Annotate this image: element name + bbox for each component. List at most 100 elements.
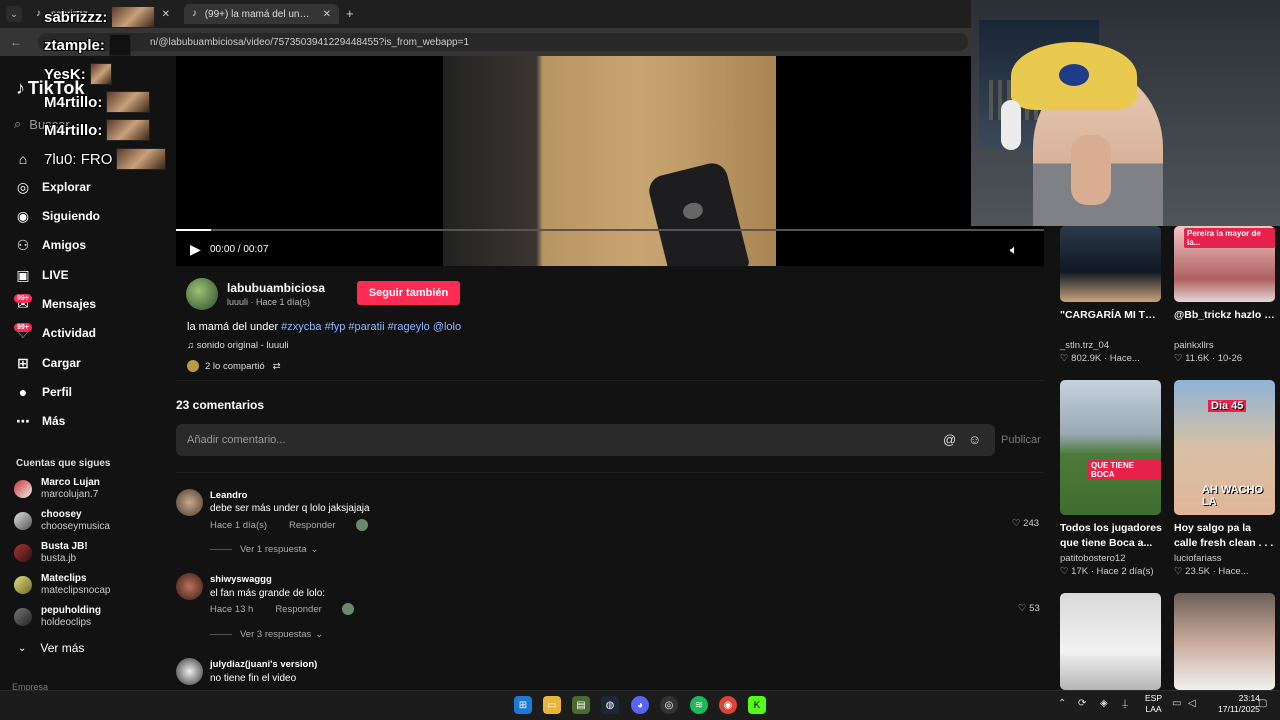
volume-icon[interactable]: ◁ — [1188, 698, 1196, 709]
sidebar-item-live[interactable]: ▣ LIVE — [14, 266, 68, 284]
url-text[interactable]: n/@labubuambiciosa/video/757350394122944… — [150, 37, 469, 48]
sidebar-item-siguiendo[interactable]: ◉ Siguiendo — [14, 207, 100, 225]
avatar[interactable] — [176, 489, 203, 516]
reply-button[interactable]: Responder — [289, 520, 335, 531]
comment-text: no tiene fin el video — [210, 673, 297, 684]
followed-account[interactable]: Busta JB! busta.jb — [14, 541, 88, 565]
video-author[interactable]: patitobostero12 — [1060, 553, 1126, 564]
shared-indicator[interactable]: 2 lo compartió ⇄ — [187, 360, 281, 372]
followed-account[interactable]: pepuholding holdeoclips — [14, 605, 101, 629]
sidebar-item-mas[interactable]: ⋯ Más — [14, 412, 65, 430]
sync-icon[interactable]: ⟳ — [1078, 698, 1086, 709]
profile-icon: ● — [18, 384, 28, 400]
network-icon[interactable]: ▭ — [1172, 698, 1181, 709]
back-arrow-icon[interactable]: ← — [10, 35, 22, 49]
comment-likes[interactable]: ♡ 53 — [1018, 603, 1040, 614]
video-title[interactable]: "CARGARÍA MI TERCER TELÉFONO... — [1060, 308, 1161, 323]
see-more-label: Ver más — [40, 641, 85, 655]
author-name[interactable]: labubuambiciosa — [227, 281, 325, 295]
account-handle: busta.jb — [41, 553, 77, 564]
notification-icon[interactable]: ▢ — [1258, 698, 1267, 709]
chat-emote — [106, 119, 151, 141]
publish-button[interactable]: Publicar — [1001, 434, 1041, 446]
mention-icon[interactable]: @ — [943, 432, 956, 447]
followed-account[interactable]: choosey chooseymusica — [14, 509, 110, 533]
video-title[interactable]: Todos los jugadores que tiene Boca a... — [1060, 521, 1165, 551]
see-more-button[interactable]: ⌄ Ver más — [18, 641, 84, 655]
nav-label: Actividad — [42, 326, 97, 340]
like-count: 243 — [1023, 518, 1040, 529]
chevron-down-icon: ⌄ — [310, 544, 319, 555]
reaction-icon[interactable] — [341, 603, 354, 615]
followed-account[interactable]: Marco Lujan marcolujan.7 — [14, 477, 100, 501]
file-explorer-icon[interactable]: ▭ — [543, 696, 561, 714]
windows-start-icon[interactable]: ⊞ — [514, 696, 532, 714]
comment-likes[interactable]: ♡ 243 — [1012, 518, 1039, 529]
hashtags[interactable]: #zxycba #fyp #paratii #rageylo @lolo — [281, 321, 461, 333]
sidebar-item-amigos[interactable]: ⚇ Amigos — [14, 236, 86, 254]
language-indicator[interactable]: ESP LAA — [1145, 693, 1162, 715]
discord-icon[interactable]: ◕ — [631, 696, 649, 714]
heart-icon: ♡ — [1012, 518, 1021, 529]
video-title[interactable]: @Bb_trickz hazlo #peereira7 #pereir... — [1174, 308, 1275, 323]
obs-icon[interactable]: ◎ — [660, 696, 678, 714]
video-title[interactable]: Hoy salgo pa la calle fresh clean . . . … — [1174, 521, 1275, 551]
avatar[interactable] — [176, 658, 203, 685]
kick-icon[interactable]: K — [748, 696, 766, 714]
comment-username[interactable]: julydiaz(juani's version) — [210, 659, 317, 670]
view-replies-button[interactable]: Ver 3 respuestas ⌄ — [210, 629, 323, 640]
friends-icon: ⚇ — [16, 236, 30, 253]
video-stats: ♡ 11.6K · 10-26 — [1174, 353, 1243, 364]
followed-account[interactable]: Mateclips mateclipsnocap — [14, 573, 110, 597]
tab-search-button[interactable]: ⌄ — [6, 6, 22, 22]
region-code: LAA — [1145, 704, 1162, 714]
sound-link[interactable]: ♫ sonido original - luuuli — [187, 340, 289, 351]
play-icon[interactable]: ▶ — [190, 241, 201, 258]
chat-username: 7lu0: FRO — [44, 150, 113, 168]
microphone-icon[interactable]: ⍊ — [1122, 698, 1128, 709]
comment-text: el fan más grande de lolo: — [210, 588, 326, 599]
close-icon[interactable]: ✕ — [323, 9, 331, 20]
video-frame — [443, 56, 776, 266]
sidebar-item-perfil[interactable]: ● Perfil — [14, 383, 72, 401]
video-thumbnail[interactable]: Dia 45 AH WACHO LA — [1174, 380, 1275, 515]
spotify-icon[interactable]: ≋ — [690, 696, 708, 714]
account-name: Marco Lujan — [41, 477, 100, 488]
clock-time: 23:14 — [1238, 693, 1260, 703]
author-avatar[interactable] — [186, 278, 218, 310]
browser-tab-2[interactable]: ♪ (99+) la mamá del under #zxych ✕ — [184, 4, 339, 24]
follow-button[interactable]: Seguir también — [357, 281, 460, 305]
security-icon[interactable]: ◈ — [1100, 698, 1108, 709]
reaction-icon[interactable] — [355, 519, 368, 531]
sidebar-item-cargar[interactable]: ⊞ Cargar — [14, 354, 81, 372]
volume-icon[interactable]: 🔈︎ — [1010, 242, 1018, 258]
nav-home[interactable]: ⌂ — [14, 150, 42, 168]
video-thumbnail[interactable] — [1060, 226, 1161, 302]
chevron-up-icon[interactable]: ⌃ — [1058, 698, 1066, 709]
avatar[interactable] — [176, 573, 203, 600]
app-icon[interactable]: ▤ — [572, 696, 590, 714]
view-replies-button[interactable]: Ver 1 respuesta ⌄ — [210, 544, 319, 555]
video-thumbnail[interactable]: QUE TIENE BOCA — [1060, 380, 1161, 515]
steam-icon[interactable]: ◍ — [601, 696, 619, 714]
thumbnail-caption: AH WACHO LA — [1202, 484, 1264, 508]
system-clock[interactable]: 23:14 17/11/2025 — [1218, 693, 1260, 715]
comment-username[interactable]: shiwyswaggg — [210, 574, 272, 585]
reply-button[interactable]: Responder — [275, 604, 321, 615]
comment-username[interactable]: Leandro — [210, 490, 247, 501]
sidebar-item-explorar[interactable]: ◎ Explorar — [14, 178, 91, 196]
chrome-icon[interactable]: ◉ — [719, 696, 737, 714]
close-icon[interactable]: ✕ — [162, 9, 170, 20]
video-thumbnail[interactable] — [1174, 593, 1275, 690]
divider — [176, 472, 1044, 473]
video-author[interactable]: _stln.trz_04 — [1060, 340, 1109, 351]
new-tab-button[interactable]: + — [346, 6, 354, 21]
video-progress-bar[interactable] — [176, 229, 1044, 231]
avatar — [14, 544, 32, 562]
video-thumbnail[interactable] — [1060, 593, 1161, 690]
video-author[interactable]: luciofariass — [1174, 553, 1222, 564]
emoji-icon[interactable]: ☺ — [968, 432, 981, 447]
video-author[interactable]: painkxllrs — [1174, 340, 1214, 351]
comment-input[interactable] — [176, 424, 995, 456]
video-thumbnail[interactable]: Pereira la mayor de la... — [1174, 226, 1275, 302]
